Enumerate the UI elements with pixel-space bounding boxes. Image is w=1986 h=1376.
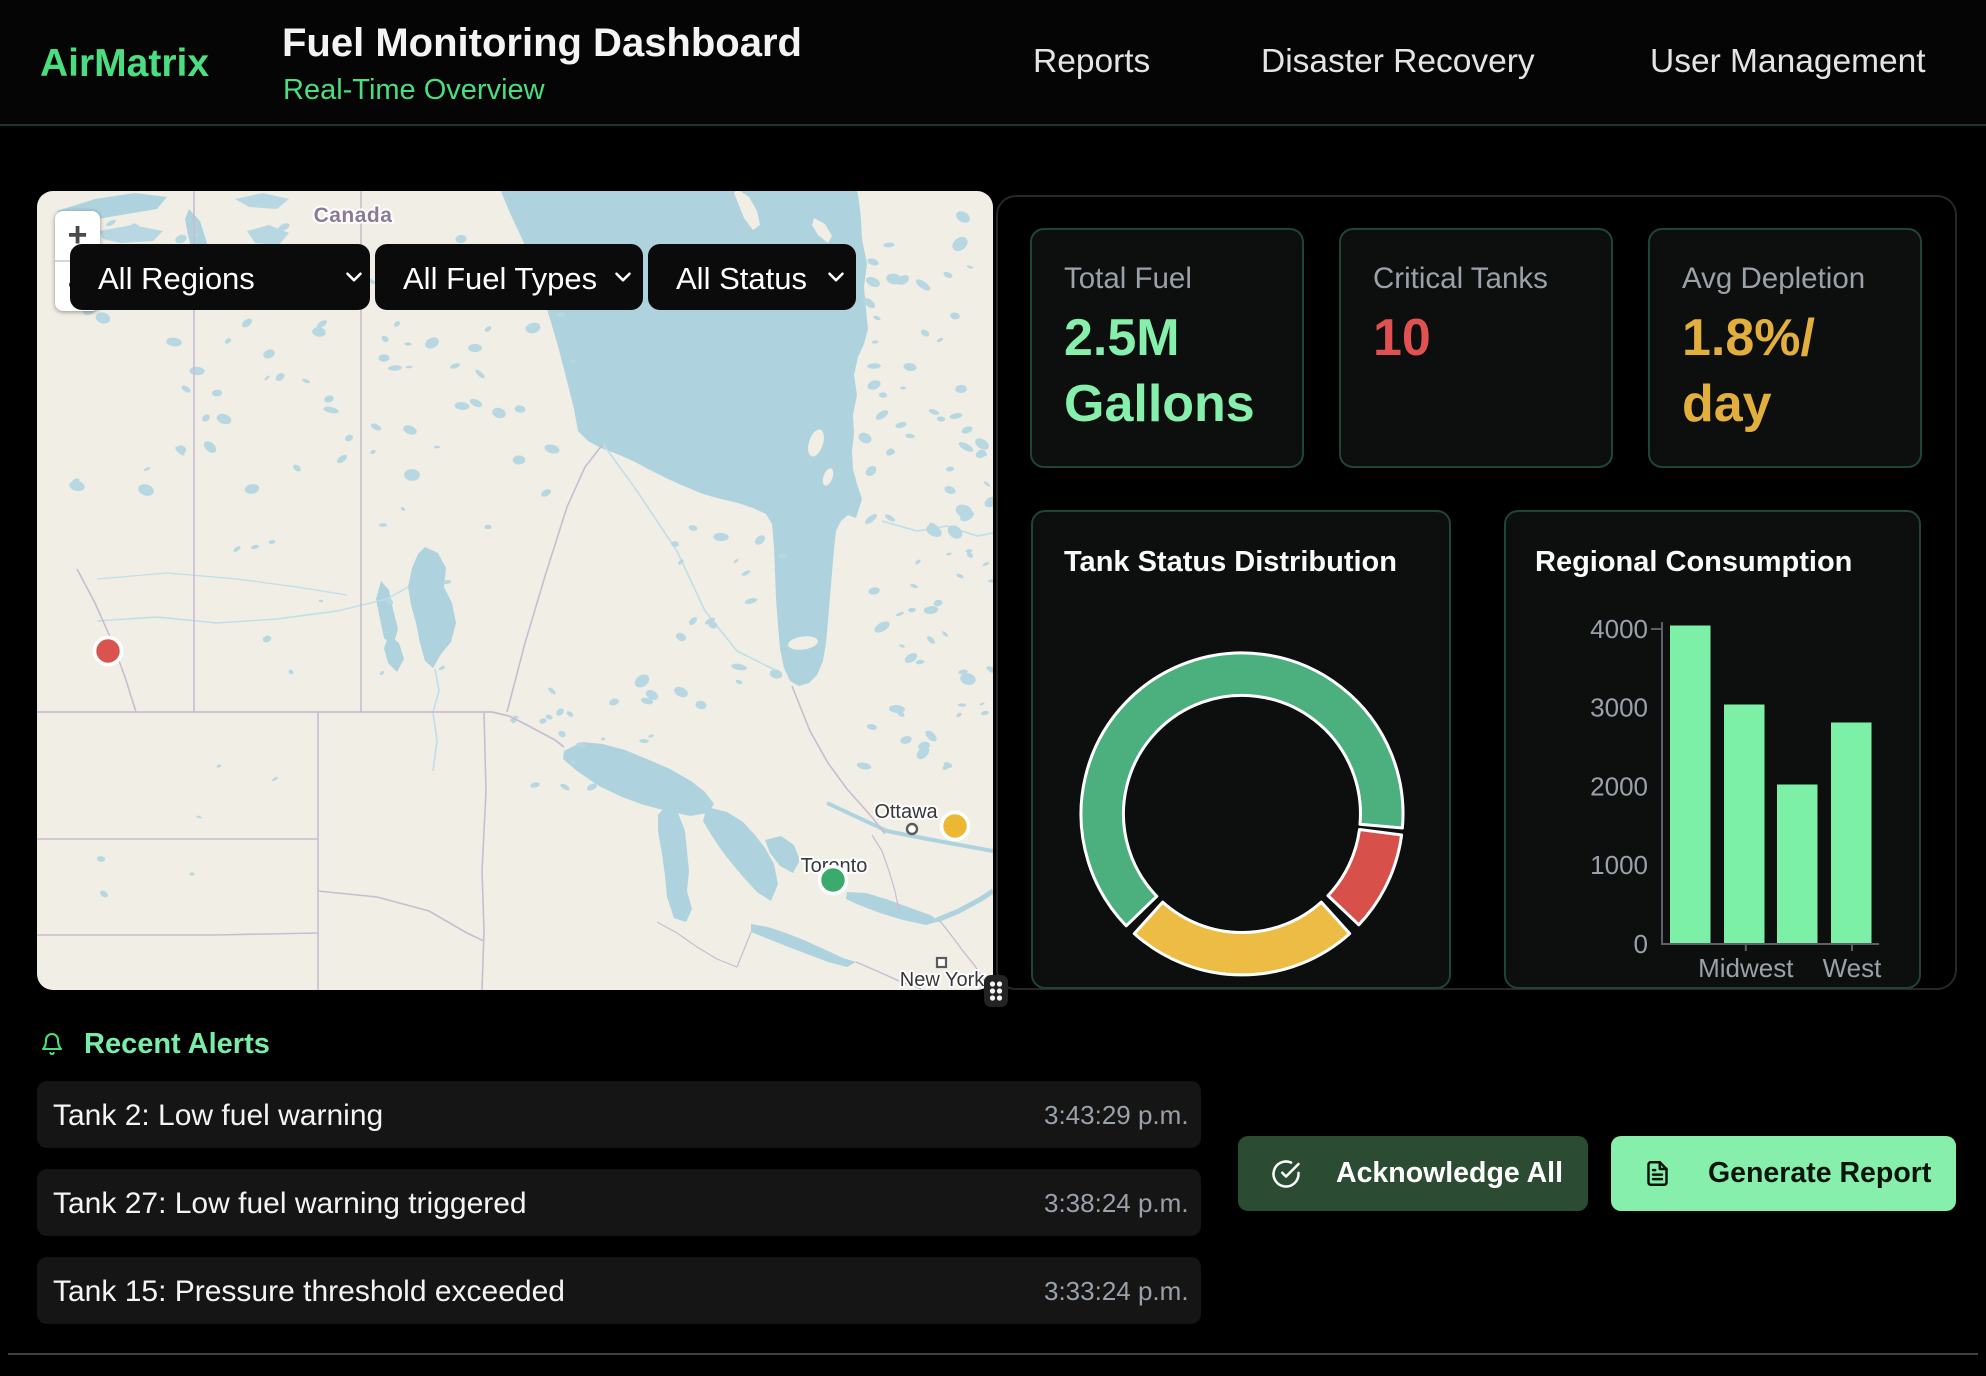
svg-text:4000: 4000: [1590, 614, 1648, 644]
svg-text:0: 0: [1634, 929, 1648, 959]
svg-text:1000: 1000: [1590, 850, 1648, 880]
svg-text:West: West: [1823, 953, 1883, 983]
svg-text:Midwest: Midwest: [1698, 953, 1794, 983]
svg-text:New York: New York: [900, 969, 985, 990]
svg-text:Canada: Canada: [314, 204, 393, 227]
svg-text:2000: 2000: [1590, 772, 1648, 802]
svg-text:3000: 3000: [1590, 693, 1648, 723]
svg-text:Ottawa: Ottawa: [874, 801, 938, 823]
